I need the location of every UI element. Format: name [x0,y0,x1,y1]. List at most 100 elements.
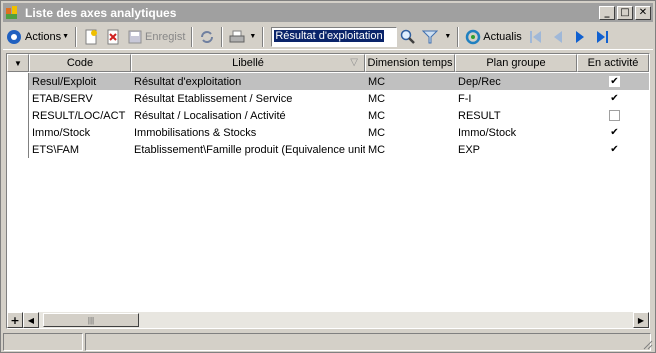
status-bar [3,333,653,351]
filter-button[interactable]: ▼ [419,26,454,48]
toolbar-separator [221,26,224,47]
row-menu-icon: ▼ [14,58,22,68]
search-value: Résultat d'exploitation [274,29,384,42]
table-row[interactable]: Immo/Stock Immobilisations & Stocks MC Immo… [7,124,649,141]
cell-plan[interactable]: Immo/Stock [455,124,577,141]
search-input[interactable]: Résultat d'exploitation [271,26,398,47]
cell-dimension[interactable]: MC [365,124,455,141]
maximize-button[interactable]: □ [617,5,633,20]
status-pane-1 [3,333,83,351]
cell-dimension[interactable]: MC [365,141,455,158]
save-button[interactable]: Enregist [124,26,188,48]
row-selector-header[interactable]: ▼ [7,54,29,72]
print-button[interactable]: ▼ [226,26,259,48]
cell-active [577,107,649,124]
active-checkbox[interactable] [609,110,620,121]
row-selector[interactable] [7,141,29,158]
next-record-button[interactable] [569,26,591,48]
new-document-icon [83,29,99,45]
cell-libelle[interactable]: Résultat d'exploitation [131,73,365,90]
main-window: Liste des axes analytiques _ □ ✕ Actions… [0,0,656,353]
row-selector[interactable] [7,124,29,141]
column-label-libelle: Libellé [232,57,264,69]
search-button[interactable] [397,26,419,48]
cell-active: ✔ [577,141,649,158]
row-selector[interactable] [7,107,29,124]
first-record-button[interactable] [525,26,547,48]
scroll-thumb[interactable]: ||| [43,313,139,327]
scroll-left-button[interactable]: ◀ [23,312,39,328]
cell-code[interactable]: Resul/Exploit [29,73,131,90]
column-header-active[interactable]: En activité [577,54,649,72]
active-checkbox[interactable]: ✔ [609,76,620,87]
cell-plan[interactable]: RESULT [455,107,577,124]
sync-button[interactable] [196,26,218,48]
cell-libelle[interactable]: Résultat / Localisation / Activité [131,107,365,124]
cell-plan[interactable]: F-I [455,90,577,107]
actions-label: Actions [25,30,62,43]
cell-dimension[interactable]: MC [365,107,455,124]
column-header-code[interactable]: Code [29,54,131,72]
toolbar-separator [262,26,265,47]
refresh-icon [465,29,481,45]
cell-libelle[interactable]: Résultat Etablissement / Service [131,90,365,107]
next-icon [572,29,588,45]
add-row-button[interactable]: + [7,312,23,328]
cell-plan[interactable]: Dep/Rec [455,73,577,90]
refresh-label: Actualis [483,30,522,43]
previous-record-button[interactable] [547,26,569,48]
delete-button[interactable] [102,26,124,48]
sync-icon [199,29,215,45]
title-bar[interactable]: Liste des axes analytiques _ □ ✕ [3,3,653,22]
search-icon [400,29,416,45]
row-selector[interactable] [7,90,29,107]
cell-libelle[interactable]: Etablissement\Famille produit (Equivalen… [131,141,365,158]
table-row[interactable]: ETS\FAM Etablissement\Famille produit (Eq… [7,141,649,158]
first-icon [528,29,544,45]
active-checkbox[interactable]: ✔ [609,127,620,138]
delete-icon [105,29,121,45]
print-dropdown-icon[interactable]: ▼ [249,33,256,40]
resize-grip[interactable] [641,338,653,350]
column-header-libelle[interactable]: Libellé ▽ [131,54,365,72]
scroll-track[interactable]: ||| [39,312,633,328]
new-button[interactable] [80,26,102,48]
column-header-plan[interactable]: Plan groupe [455,54,577,72]
cell-dimension[interactable]: MC [365,73,455,90]
sort-icon: ▽ [350,57,358,68]
cell-code[interactable]: Immo/Stock [29,124,131,141]
cell-plan[interactable]: EXP [455,141,577,158]
save-label: Enregist [145,30,186,43]
cell-code[interactable]: ETAB/SERV [29,90,131,107]
row-selector[interactable] [7,73,29,90]
window-title: Liste des axes analytiques [25,5,177,20]
table-row[interactable]: RESULT/LOC/ACT Résultat / Localisation / … [7,107,649,124]
cell-dimension[interactable]: MC [365,90,455,107]
refresh-button[interactable]: Actualis [462,26,525,48]
toolbar-separator [191,26,194,47]
minimize-button[interactable]: _ [599,5,615,20]
previous-icon [550,29,566,45]
active-checkbox[interactable]: ✔ [609,93,620,104]
last-record-button[interactable] [591,26,613,48]
cell-code[interactable]: RESULT/LOC/ACT [29,107,131,124]
filter-dropdown-icon[interactable]: ▼ [444,33,451,40]
table-row[interactable]: ETAB/SERV Résultat Etablissement / Servic… [7,90,649,107]
save-icon [127,29,143,45]
actions-button[interactable]: Actions ▼ [3,26,72,48]
close-button[interactable]: ✕ [635,5,651,20]
status-pane-2 [85,333,651,351]
actions-dropdown-icon: ▼ [62,33,70,40]
cell-active: ✔ [577,90,649,107]
last-icon [594,29,610,45]
cell-active: ✔ [577,73,649,90]
cell-code[interactable]: ETS\FAM [29,141,131,158]
column-header-dimension[interactable]: Dimension temps [365,54,455,72]
scroll-right-button[interactable]: ▶ [633,312,649,328]
cell-libelle[interactable]: Immobilisations & Stocks [131,124,365,141]
app-icon [5,5,21,21]
horizontal-scrollbar[interactable]: + ◀ ||| ▶ [7,312,649,328]
toolbar-separator [457,26,460,47]
active-checkbox[interactable]: ✔ [609,144,620,155]
table-row[interactable]: Resul/Exploit Résultat d'exploitation MC De… [7,73,649,90]
